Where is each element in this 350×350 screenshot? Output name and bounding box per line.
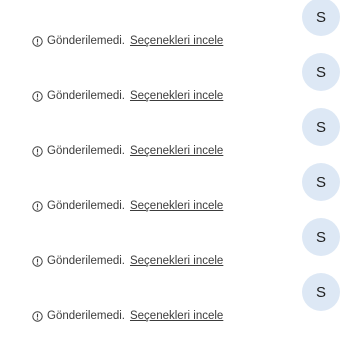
error-circle-icon [32,145,43,157]
send-failed-text: Gönderilemedi. [47,145,125,157]
send-failed-status: Gönderilemedi. Seçenekleri incele [32,309,223,323]
error-circle-icon [32,255,43,267]
message: S Gönderilemedi. Seçenekleri incele [0,0,350,56]
send-failed-status: Gönderilemedi. Seçenekleri incele [32,89,223,103]
message-bubble[interactable]: S [302,53,340,91]
message-bubble[interactable]: S [302,273,340,311]
error-circle-icon [32,200,43,212]
message-bubble[interactable]: S [302,0,340,36]
review-options-link[interactable]: Seçenekleri incele [130,89,223,103]
send-failed-status: Gönderilemedi. Seçenekleri incele [32,144,223,158]
message-text: S [315,8,326,26]
message-bubble[interactable]: S [302,218,340,256]
message: S Gönderilemedi. Seçenekleri incele [0,53,350,111]
message-text: S [315,63,326,81]
message-text: S [315,173,326,191]
error-circle-icon [32,35,43,47]
review-options-link[interactable]: Seçenekleri incele [130,309,223,323]
error-circle-icon [32,90,43,102]
review-options-link[interactable]: Seçenekleri incele [130,254,223,268]
review-options-link[interactable]: Seçenekleri incele [130,199,223,213]
send-failed-text: Gönderilemedi. [47,200,125,212]
message: S Gönderilemedi. Seçenekleri incele [0,108,350,166]
send-failed-text: Gönderilemedi. [47,255,125,267]
send-failed-text: Gönderilemedi. [47,90,125,102]
send-failed-text: Gönderilemedi. [47,310,125,322]
message: S Gönderilemedi. Seçenekleri incele [0,218,350,276]
send-failed-status: Gönderilemedi. Seçenekleri incele [32,199,223,213]
review-options-link[interactable]: Seçenekleri incele [130,34,223,48]
message-bubble[interactable]: S [302,163,340,201]
message-thread: S Gönderilemedi. Seçenekleri incele S Gö… [0,0,350,350]
message-text: S [315,228,326,246]
message-text: S [315,283,326,301]
send-failed-status: Gönderilemedi. Seçenekleri incele [32,34,223,48]
message-bubble[interactable]: S [302,108,340,146]
message: S Gönderilemedi. Seçenekleri incele [0,273,350,331]
message-text: S [315,118,326,136]
error-circle-icon [32,310,43,322]
message: S Gönderilemedi. Seçenekleri incele [0,163,350,221]
send-failed-text: Gönderilemedi. [47,35,125,47]
review-options-link[interactable]: Seçenekleri incele [130,144,223,158]
send-failed-status: Gönderilemedi. Seçenekleri incele [32,254,223,268]
